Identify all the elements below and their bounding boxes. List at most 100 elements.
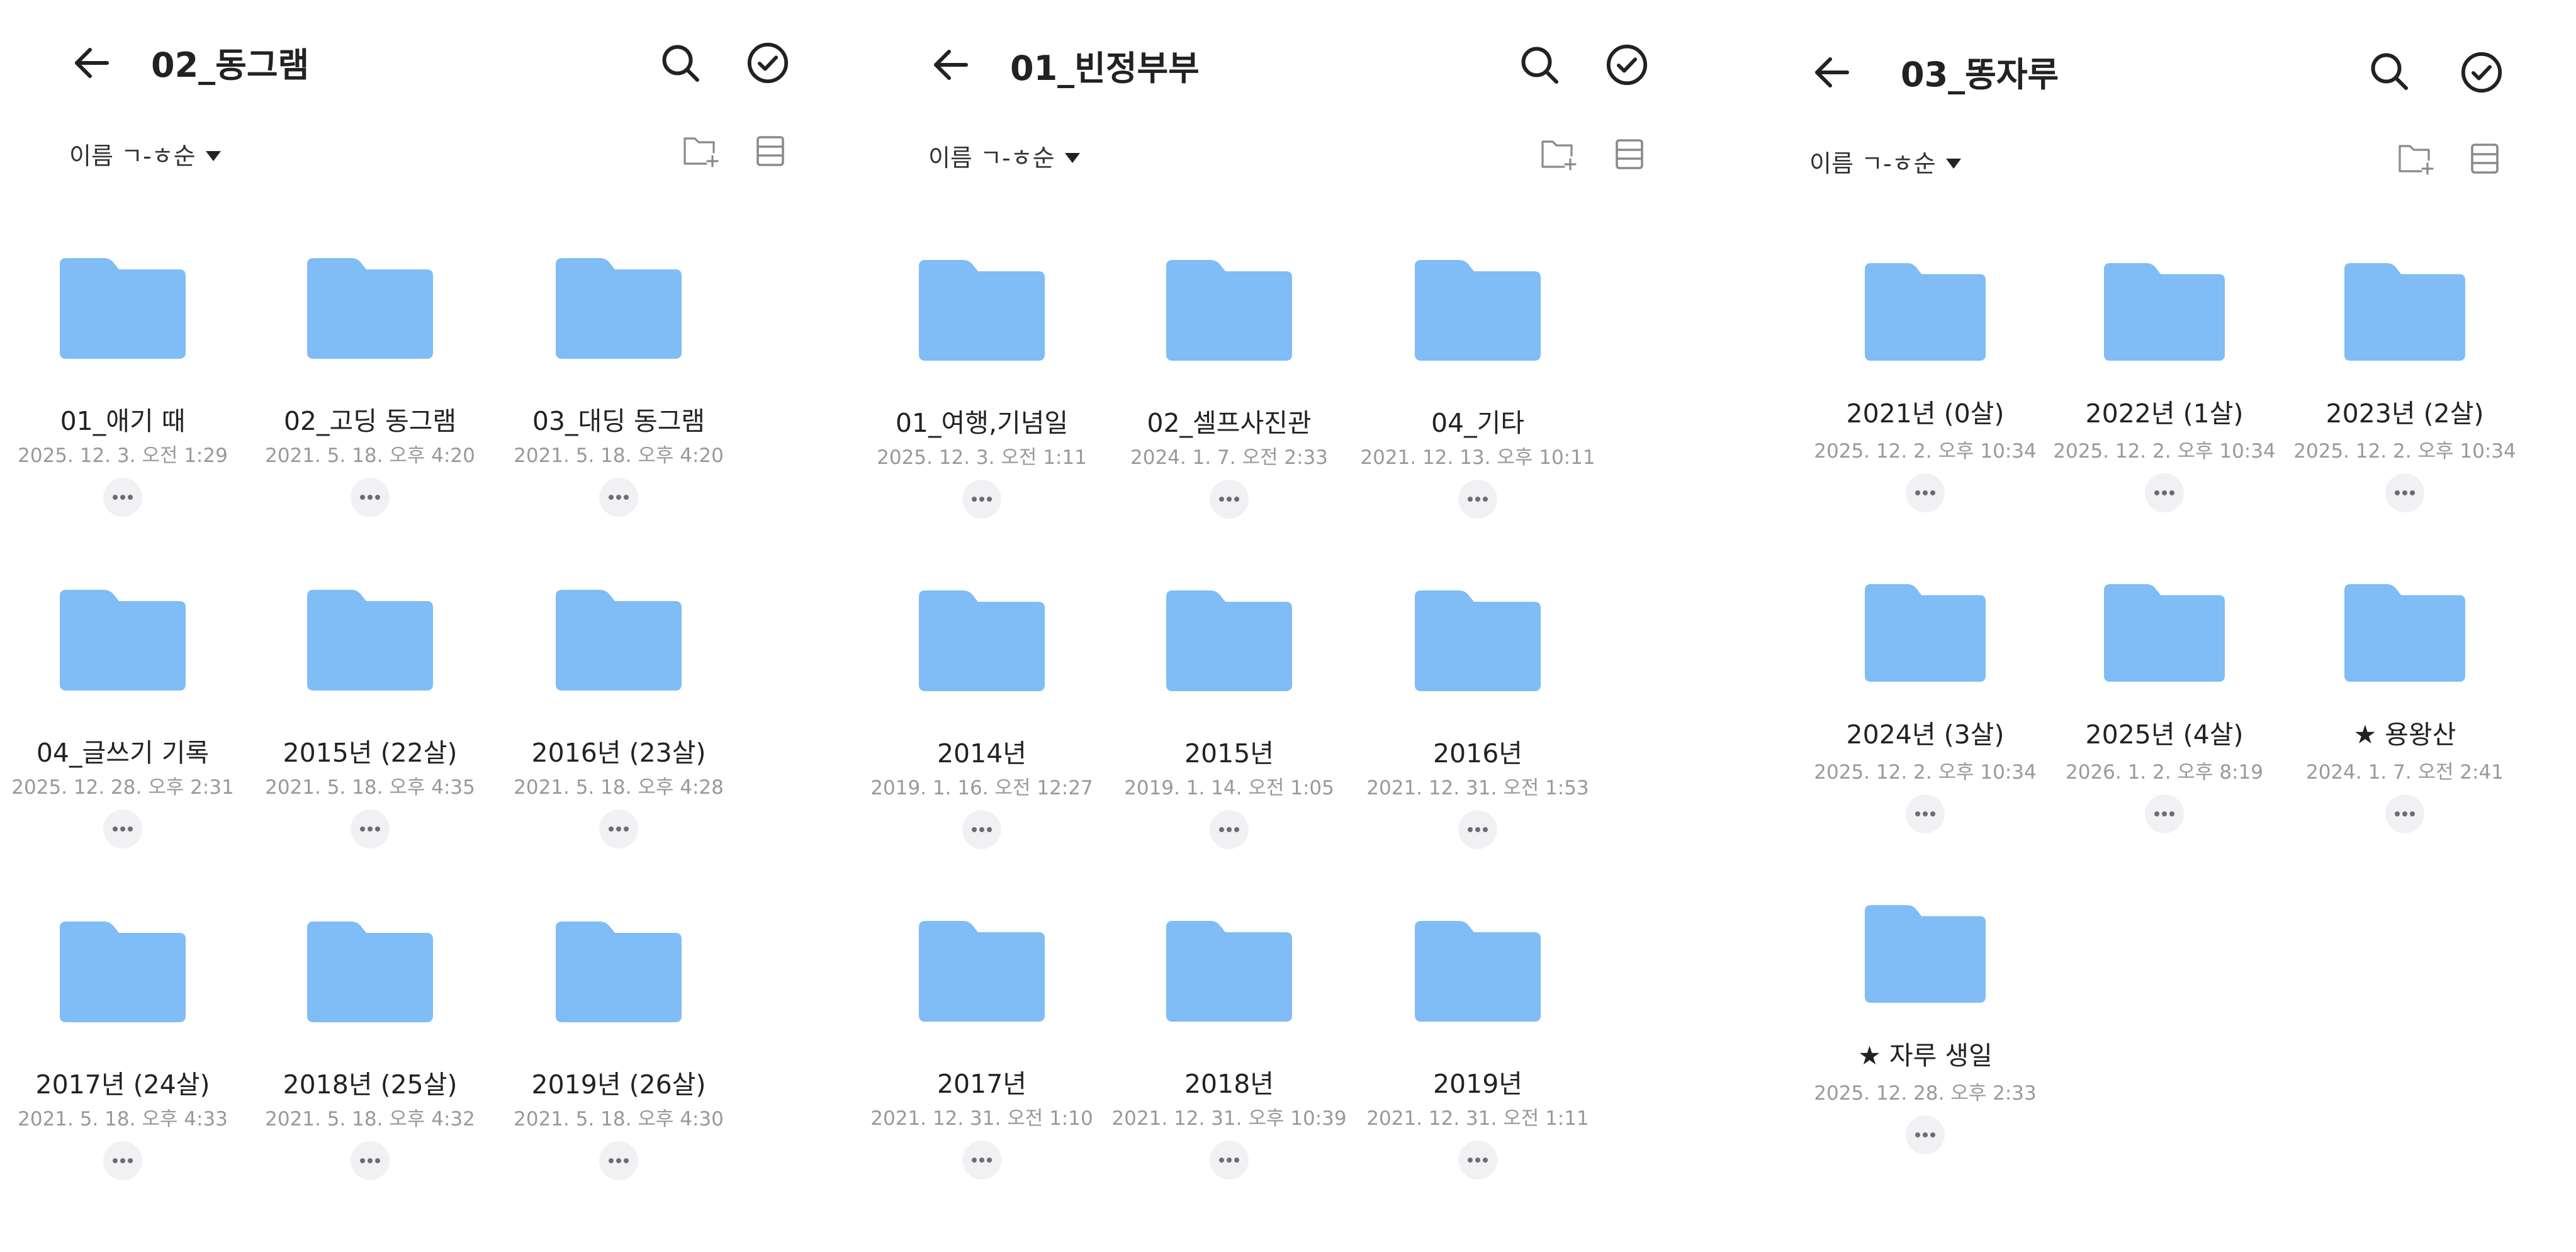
sort-label: 이름 ㄱ-ㅎ순 (928, 144, 1055, 172)
folder-date: 2021. 5. 18. 오후 4:28 (514, 776, 724, 799)
folder-date: 2021. 12. 31. 오전 1:11 (1366, 1107, 1589, 1130)
folder-date: 2021. 5. 18. 오후 4:20 (514, 444, 724, 467)
folder-plus-icon[interactable] (2396, 141, 2436, 179)
more-dots-icon[interactable] (962, 480, 1001, 519)
folder-icon (2104, 263, 2225, 363)
arrow-left-icon[interactable] (928, 42, 974, 90)
folder-icon (1415, 590, 1541, 694)
folder-date: 2021. 12. 31. 오후 10:39 (1111, 1107, 1347, 1130)
more-dots-icon[interactable] (351, 809, 390, 849)
folder-icon (1166, 260, 1292, 363)
folder-name: 2024년 (3살) (1846, 719, 2005, 750)
more-dots-icon[interactable] (599, 809, 638, 849)
page-title: 02_동그램 (151, 45, 310, 85)
folder-name: ★ 자루 생일 (1858, 1041, 1993, 1071)
folder-date: 2025. 12. 2. 오후 10:34 (1814, 440, 2037, 463)
more-dots-icon[interactable] (103, 478, 142, 517)
more-dots-icon[interactable] (1458, 1141, 1497, 1180)
caret-down-icon (1064, 142, 1081, 170)
folder-date: 2021. 5. 18. 오후 4:33 (18, 1108, 228, 1131)
folder-date: 2019. 1. 14. 오전 1:05 (1124, 777, 1334, 799)
folder-date: 2025. 12. 2. 오후 10:34 (2293, 440, 2516, 463)
folder-panel: 02_동그램 이름 ㄱ-ㅎ순 01_애기 때 2025. 12. 3. 오전 1… (0, 0, 859, 1252)
folder-name: 2017년 (24살) (35, 1069, 210, 1100)
more-dots-icon[interactable] (103, 1141, 142, 1180)
folder-icon (556, 590, 682, 693)
folder-date: 2025. 12. 28. 오후 2:33 (1814, 1082, 2037, 1105)
folder-date: 2025. 12. 2. 오후 10:34 (2053, 440, 2276, 463)
folder-plus-icon[interactable] (1539, 137, 1579, 174)
folder-name: 2018년 (1184, 1069, 1274, 1099)
folder-icon (919, 590, 1045, 694)
panel-header: 03_똥자루 (1718, 0, 2576, 94)
folder-name: 2019년 (26살) (531, 1069, 706, 1100)
sort-label: 이름 ㄱ-ㅎ순 (69, 142, 196, 170)
sort-dropdown[interactable]: 이름 ㄱ-ㅎ순 (69, 137, 222, 171)
folder-icon (1166, 590, 1292, 694)
more-dots-icon[interactable] (599, 1141, 638, 1180)
check-circle-icon[interactable] (2460, 50, 2504, 97)
folder-icon (2104, 584, 2225, 684)
search-icon[interactable] (658, 40, 703, 88)
more-dots-icon[interactable] (103, 809, 142, 849)
folder-icon (2344, 263, 2465, 363)
folder-icon (1865, 905, 1986, 1005)
folder-icon (556, 922, 682, 1025)
more-dots-icon[interactable] (1906, 1115, 1945, 1154)
folder-icon (307, 258, 433, 361)
arrow-left-icon[interactable] (1809, 50, 1855, 98)
more-dots-icon[interactable] (1210, 1141, 1249, 1180)
folder-name: ★ 용왕산 (2353, 719, 2456, 750)
folder-date: 2025. 12. 2. 오후 10:34 (1814, 761, 2037, 784)
list-view-icon[interactable] (1612, 137, 1647, 174)
folder-date: 2024. 1. 7. 오전 2:41 (2306, 761, 2504, 784)
more-dots-icon[interactable] (1210, 810, 1249, 849)
arrow-left-icon[interactable] (69, 40, 115, 88)
more-dots-icon[interactable] (2145, 794, 2184, 833)
panel-header: 02_동그램 (0, 0, 859, 85)
folder-date: 2021. 5. 18. 오후 4:32 (265, 1108, 475, 1131)
more-dots-icon[interactable] (962, 1141, 1001, 1180)
more-dots-icon[interactable] (962, 810, 1001, 849)
more-dots-icon[interactable] (1458, 810, 1497, 849)
folder-plus-icon[interactable] (681, 133, 721, 171)
more-dots-icon[interactable] (1906, 794, 1945, 833)
more-dots-icon[interactable] (599, 478, 638, 517)
more-dots-icon[interactable] (2145, 473, 2184, 512)
folder-panel: 03_똥자루 이름 ㄱ-ㅎ순 2021년 (0살) 2025. 12. 2. 오… (1718, 0, 2576, 1252)
more-dots-icon[interactable] (1210, 480, 1249, 519)
folder-icon (60, 590, 186, 693)
folder-icon (60, 922, 186, 1025)
folder-name: 2022년 (1살) (2085, 398, 2244, 429)
folder-icon (307, 922, 433, 1025)
more-dots-icon[interactable] (2385, 794, 2424, 833)
search-icon[interactable] (1517, 42, 1562, 90)
folder-name: 04_기타 (1431, 408, 1525, 438)
folder-name: 2016년 (23살) (531, 738, 706, 768)
more-dots-icon[interactable] (1906, 473, 1945, 512)
search-icon[interactable] (2366, 48, 2412, 96)
list-view-icon[interactable] (2467, 141, 2502, 179)
sort-dropdown[interactable]: 이름 ㄱ-ㅎ순 (928, 138, 1081, 173)
more-dots-icon[interactable] (351, 478, 390, 517)
more-dots-icon[interactable] (1458, 480, 1497, 519)
folder-date: 2021. 12. 31. 오전 1:53 (1366, 777, 1589, 799)
folder-date: 2019. 1. 16. 오전 12:27 (870, 777, 1093, 799)
folder-name: 2018년 (25살) (283, 1069, 458, 1100)
folder-date: 2025. 12. 3. 오전 1:29 (18, 444, 228, 467)
folder-date: 2021. 5. 18. 오후 4:30 (514, 1108, 724, 1131)
sort-dropdown[interactable]: 이름 ㄱ-ㅎ순 (1809, 144, 1962, 179)
list-view-icon[interactable] (753, 133, 788, 171)
panel-header: 01_빈정부부 (859, 0, 1718, 88)
more-dots-icon[interactable] (2385, 473, 2424, 512)
check-circle-icon[interactable] (746, 41, 790, 87)
folder-name: 2014년 (936, 738, 1027, 769)
sort-label: 이름 ㄱ-ㅎ순 (1809, 150, 1936, 178)
folder-name: 2021년 (0살) (1846, 398, 2005, 429)
folder-date: 2024. 1. 7. 오전 2:33 (1130, 446, 1328, 469)
folder-icon (1415, 260, 1541, 363)
folder-name: 2019년 (1432, 1069, 1523, 1099)
more-dots-icon[interactable] (351, 1141, 390, 1180)
folder-icon (919, 921, 1045, 1024)
check-circle-icon[interactable] (1605, 43, 1649, 89)
